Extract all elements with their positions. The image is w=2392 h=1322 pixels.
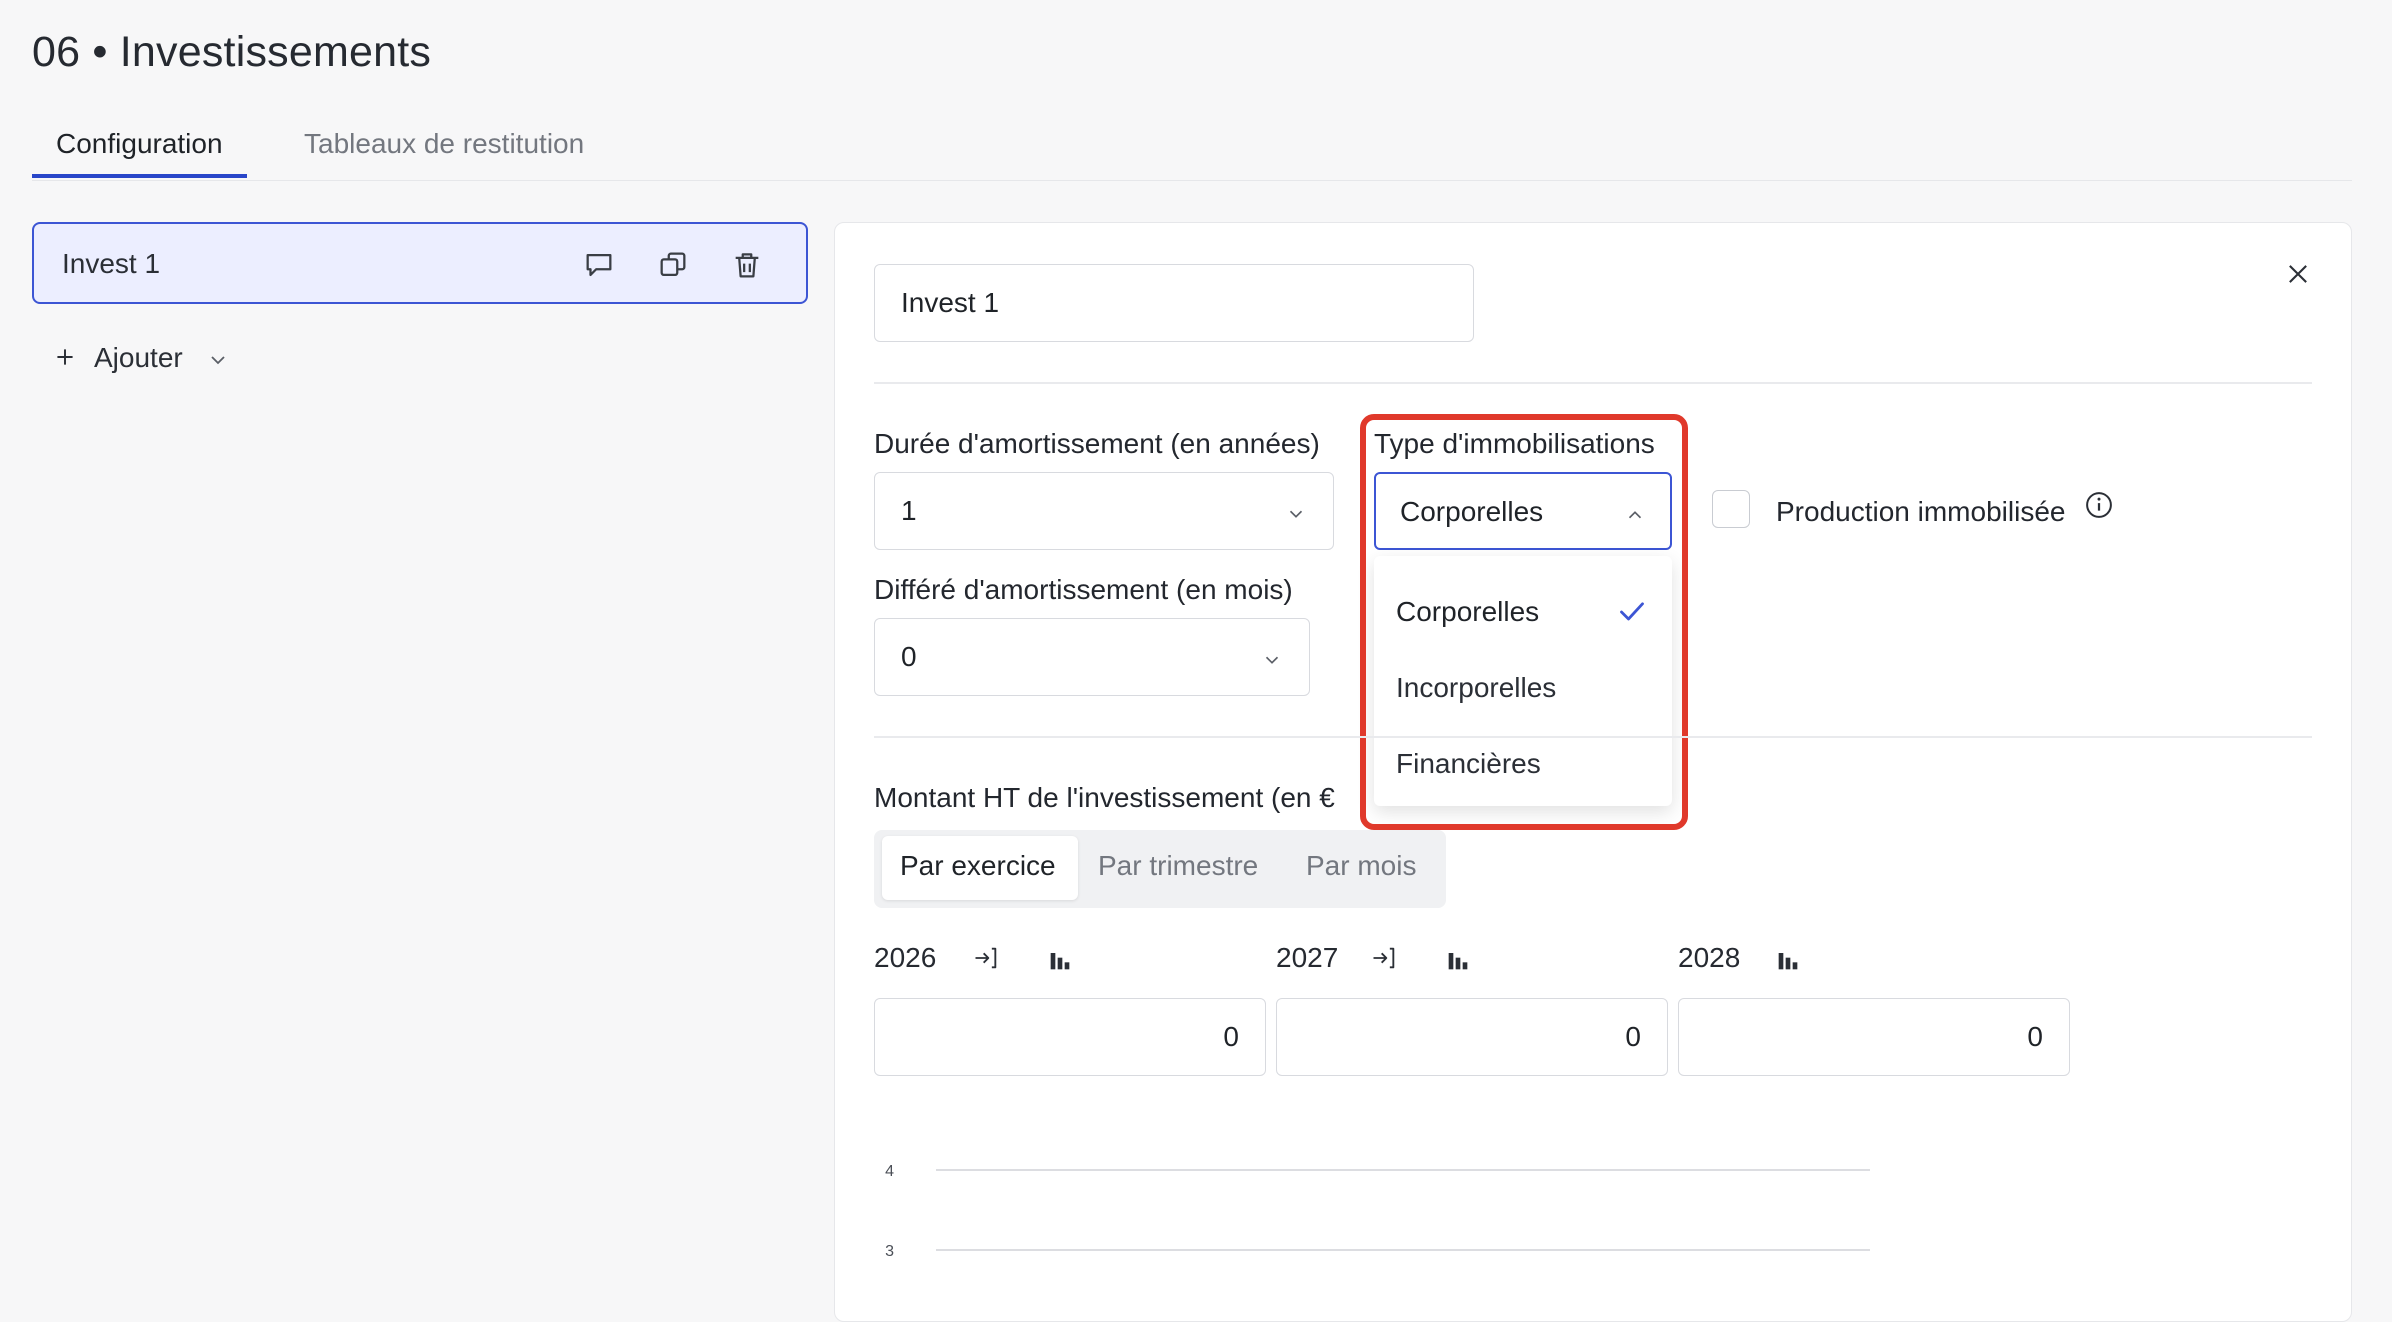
year-label-2028: 2028 [1678,942,1741,973]
highlight-box [1360,414,1688,830]
sidebar-item-invest-1[interactable]: Invest 1 [32,222,808,304]
chevron-down-icon [1289,510,1303,518]
differe-label: Différé d'amortissement (en mois) [874,574,1293,605]
period-par-exercice[interactable]: Par exercice [900,850,1056,882]
bar-chart-icon[interactable] [1774,946,1802,974]
period-segmented-control: Par exercice Par trimestre Par mois [874,830,1446,908]
comment-icon[interactable] [582,248,616,282]
import-icon[interactable] [972,944,1000,972]
chevron-down-icon [1265,656,1279,664]
trash-icon[interactable] [730,248,764,282]
amount-value: 0 [2027,1021,2043,1052]
plus-icon [57,349,73,365]
duplicate-icon[interactable] [656,248,690,282]
close-icon[interactable] [2284,260,2312,288]
name-input-value: Invest 1 [901,287,1000,318]
amount-value: 0 [1625,1021,1641,1052]
amount-input-2028[interactable]: 0 [1678,998,2070,1076]
amount-value: 0 [1223,1021,1239,1052]
y-tick-label: 4 [885,1163,894,1180]
investment-chart: 4 3 [885,1163,1870,1260]
y-tick-label: 3 [885,1243,894,1260]
info-icon[interactable] [2084,490,2114,520]
period-par-mois[interactable]: Par mois [1306,850,1416,882]
production-label: Production immobilisée [1776,496,2066,527]
sidebar-item-label: Invest 1 [62,248,161,279]
chevron-down-icon [211,356,225,365]
tab-configuration[interactable]: Configuration [32,118,247,178]
differe-select[interactable]: 0 [874,618,1310,696]
divider [874,736,2312,738]
tab-tableaux-de-restitution[interactable]: Tableaux de restitution [280,118,608,178]
year-label-2027: 2027 [1276,942,1339,973]
duree-select-value: 1 [901,495,917,526]
year-label-2026: 2026 [874,942,937,973]
montant-label: Montant HT de l'investissement (en € [874,782,1335,813]
page-title: 06 • Investissements [32,28,432,76]
duree-select[interactable]: 1 [874,472,1334,550]
amount-input-2027[interactable]: 0 [1276,998,1668,1076]
divider [874,382,2312,384]
bar-chart-icon[interactable] [1444,946,1472,974]
period-par-trimestre[interactable]: Par trimestre [1098,850,1258,882]
production-checkbox[interactable] [1712,490,1750,528]
duree-label: Durée d'amortissement (en années) [874,428,1320,459]
add-label: Ajouter [94,342,183,373]
bar-chart-icon[interactable] [1046,946,1074,974]
tab-bar: Configuration Tableaux de restitution [32,118,2352,181]
differe-select-value: 0 [901,641,917,672]
amount-input-2026[interactable]: 0 [874,998,1266,1076]
name-input[interactable]: Invest 1 [874,264,1474,342]
import-icon[interactable] [1370,944,1398,972]
